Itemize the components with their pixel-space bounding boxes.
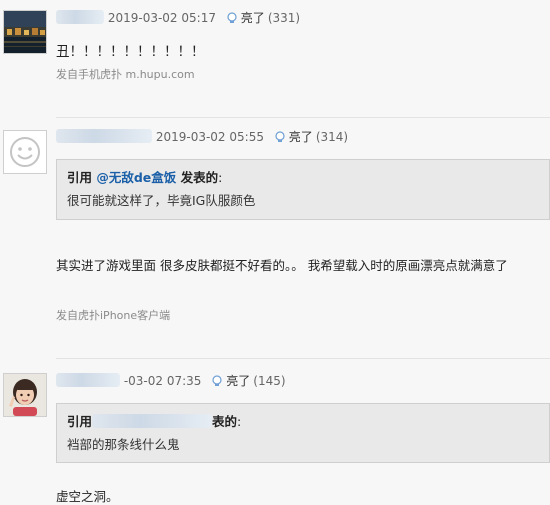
- post-timestamp: 2019-03-02 05:55: [155, 130, 264, 144]
- avatar[interactable]: [3, 373, 47, 417]
- blurred-quoted-username: [92, 414, 213, 428]
- lightbulb-icon[interactable]: [226, 12, 238, 24]
- avatar[interactable]: [3, 10, 47, 54]
- blurred-username: [56, 10, 104, 24]
- post-timestamp: 2019-03-02 05:17: [107, 11, 216, 25]
- avatar-child-photo-image: [4, 374, 46, 416]
- post-timestamp: -03-02 07:35: [123, 374, 202, 388]
- blurred-username: [56, 373, 120, 387]
- post-content: 虚空之洞。: [56, 489, 119, 504]
- post-source[interactable]: 发自虎扑iPhone客户端: [56, 307, 170, 323]
- like-count: (314): [315, 130, 349, 144]
- quote-block: 引用 @无敌de盒饭 发表的: 很可能就这样了，毕竟IG队服颜色: [56, 159, 550, 220]
- lightbulb-icon[interactable]: [211, 375, 223, 387]
- quote-block: 引用 表的: 裆部的那条线什么鬼: [56, 403, 550, 463]
- like-button[interactable]: 亮了: [241, 11, 265, 25]
- lightbulb-icon[interactable]: [274, 131, 286, 143]
- post-content: 丑！！！！！！！！！！: [56, 44, 205, 60]
- quote-body: 很可能就这样了，毕竟IG队服颜色: [67, 193, 256, 208]
- quote-suffix: 表的: [212, 414, 238, 429]
- post-content: 其实进了游戏里面 很多皮肤都挺不好看的。。 我希望载入时的原画漂亮点就满意了: [56, 258, 508, 273]
- post-meta: -03-02 07:35 亮了 (145): [56, 372, 286, 389]
- quote-username-link[interactable]: @无敌de盒饭: [96, 170, 176, 185]
- quote-body: 裆部的那条线什么鬼: [67, 437, 180, 452]
- like-count: (331): [267, 11, 301, 25]
- avatar[interactable]: [3, 130, 47, 174]
- quote-prefix: 引用: [67, 170, 97, 185]
- quote-suffix: 发表的: [176, 170, 219, 185]
- post-source[interactable]: 发自手机虎扑 m.hupu.com: [56, 66, 195, 82]
- like-button[interactable]: 亮了: [226, 374, 250, 388]
- avatar-night-scene-image: [4, 11, 46, 53]
- quote-colon: :: [218, 170, 223, 185]
- divider: [56, 358, 550, 359]
- post-meta: 2019-03-02 05:17 亮了 (331): [56, 9, 300, 26]
- blurred-username: [56, 129, 152, 143]
- like-button[interactable]: 亮了: [289, 130, 313, 144]
- like-count: (145): [253, 374, 286, 388]
- quote-header: 引用 @无敌de盒饭 发表的:: [67, 167, 539, 186]
- default-avatar-face-icon: [4, 131, 46, 173]
- quote-colon: :: [237, 414, 242, 429]
- quote-header: 引用 表的:: [67, 411, 539, 430]
- quote-prefix: 引用: [67, 414, 93, 429]
- post-meta: 2019-03-02 05:55 亮了 (314): [56, 128, 348, 145]
- divider: [56, 117, 550, 118]
